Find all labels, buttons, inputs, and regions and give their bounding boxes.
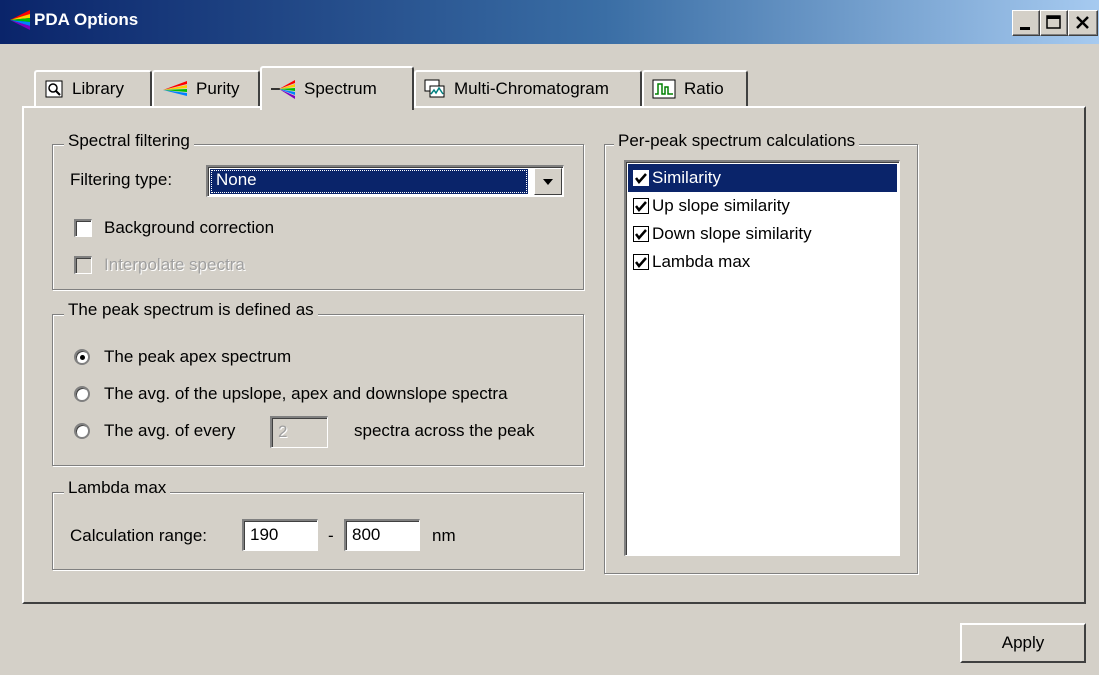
list-item-down-slope[interactable]: Down slope similarity <box>628 220 897 248</box>
list-item-label: Similarity <box>652 168 721 187</box>
peak-spectrum-legend: The peak spectrum is defined as <box>64 300 318 320</box>
list-item-lambda-max[interactable]: Lambda max <box>628 248 897 276</box>
maximize-button[interactable] <box>1040 10 1068 36</box>
background-correction-checkbox[interactable] <box>74 219 92 237</box>
list-item-similarity[interactable]: Similarity <box>628 164 897 192</box>
range-max-input[interactable]: 800 <box>344 519 420 551</box>
spectrum-app-icon <box>10 10 30 30</box>
filtering-type-value: None <box>216 170 257 189</box>
purity-icon <box>163 81 187 96</box>
checkbox-checked-icon[interactable] <box>632 197 650 215</box>
apply-button[interactable]: Apply <box>960 623 1086 663</box>
minimize-button[interactable] <box>1012 10 1040 36</box>
tab-purity[interactable]: Purity <box>152 70 260 106</box>
filtering-type-dropdown[interactable]: None <box>206 165 564 197</box>
tab-label: Ratio <box>684 79 724 98</box>
list-item-label: Down slope similarity <box>652 224 812 243</box>
tab-multi-chromatogram[interactable]: Multi-Chromatogram <box>414 70 642 106</box>
list-item-up-slope[interactable]: Up slope similarity <box>628 192 897 220</box>
radio-avg-three[interactable] <box>74 386 90 402</box>
tab-label: Multi-Chromatogram <box>454 79 609 98</box>
tab-spectrum[interactable]: Spectrum <box>260 66 414 110</box>
spectra-count-value: 2 <box>278 422 288 441</box>
lambda-max-legend: Lambda max <box>64 478 171 498</box>
checkbox-checked-icon[interactable] <box>632 225 650 243</box>
dropdown-selection <box>210 169 528 194</box>
maximize-icon <box>1046 15 1061 29</box>
list-item-label: Up slope similarity <box>652 196 790 215</box>
tab-library[interactable]: Library <box>34 70 152 106</box>
radio-avg-three-label[interactable]: The avg. of the upslope, apex and downsl… <box>104 384 508 404</box>
dropdown-button[interactable] <box>534 168 562 195</box>
calculation-range-label: Calculation range: <box>70 526 208 545</box>
per-peak-listbox[interactable]: Similarity Up slope similarity Down slop… <box>624 160 900 556</box>
spectral-filtering-legend: Spectral filtering <box>64 131 194 151</box>
minimize-icon <box>1020 27 1030 30</box>
close-button[interactable] <box>1068 10 1098 36</box>
spectrum-icon <box>271 80 295 99</box>
library-icon <box>45 80 63 98</box>
window-title: PDA Options <box>34 10 139 29</box>
list-item-label: Lambda max <box>652 252 751 271</box>
range-min-input[interactable]: 190 <box>242 519 318 551</box>
per-peak-legend: Per-peak spectrum calculations <box>614 131 860 151</box>
title-bar[interactable]: PDA Options <box>0 0 1099 44</box>
interpolate-spectra-label: Interpolate spectra <box>104 255 245 274</box>
filtering-type-label: Filtering type: <box>70 170 173 189</box>
background-correction-label[interactable]: Background correction <box>104 218 274 238</box>
range-min-value: 190 <box>250 525 279 544</box>
tab-label: Spectrum <box>304 79 377 98</box>
spectra-count-input[interactable]: 2 <box>270 416 328 448</box>
range-separator: - <box>328 526 334 545</box>
radio-peak-apex[interactable] <box>74 349 90 365</box>
radio-avg-every[interactable] <box>74 423 90 439</box>
interpolate-spectra-checkbox[interactable] <box>74 256 92 274</box>
range-max-value: 800 <box>352 525 381 544</box>
tab-label: Purity <box>196 79 240 98</box>
radio-peak-apex-label[interactable]: The peak apex spectrum <box>104 347 291 367</box>
tab-label: Library <box>72 79 124 98</box>
range-unit: nm <box>432 526 456 545</box>
radio-avg-every-suffix: spectra across the peak <box>354 421 535 440</box>
radio-avg-every-prefix[interactable]: The avg. of every <box>104 421 235 441</box>
checkbox-checked-icon[interactable] <box>632 253 650 271</box>
tab-ratio[interactable]: Ratio <box>642 70 748 106</box>
chevron-down-icon <box>543 179 553 185</box>
close-icon <box>1076 16 1089 29</box>
ratio-icon <box>652 79 676 99</box>
checkbox-checked-icon[interactable] <box>632 169 650 187</box>
multi-chromatogram-icon <box>424 79 445 98</box>
